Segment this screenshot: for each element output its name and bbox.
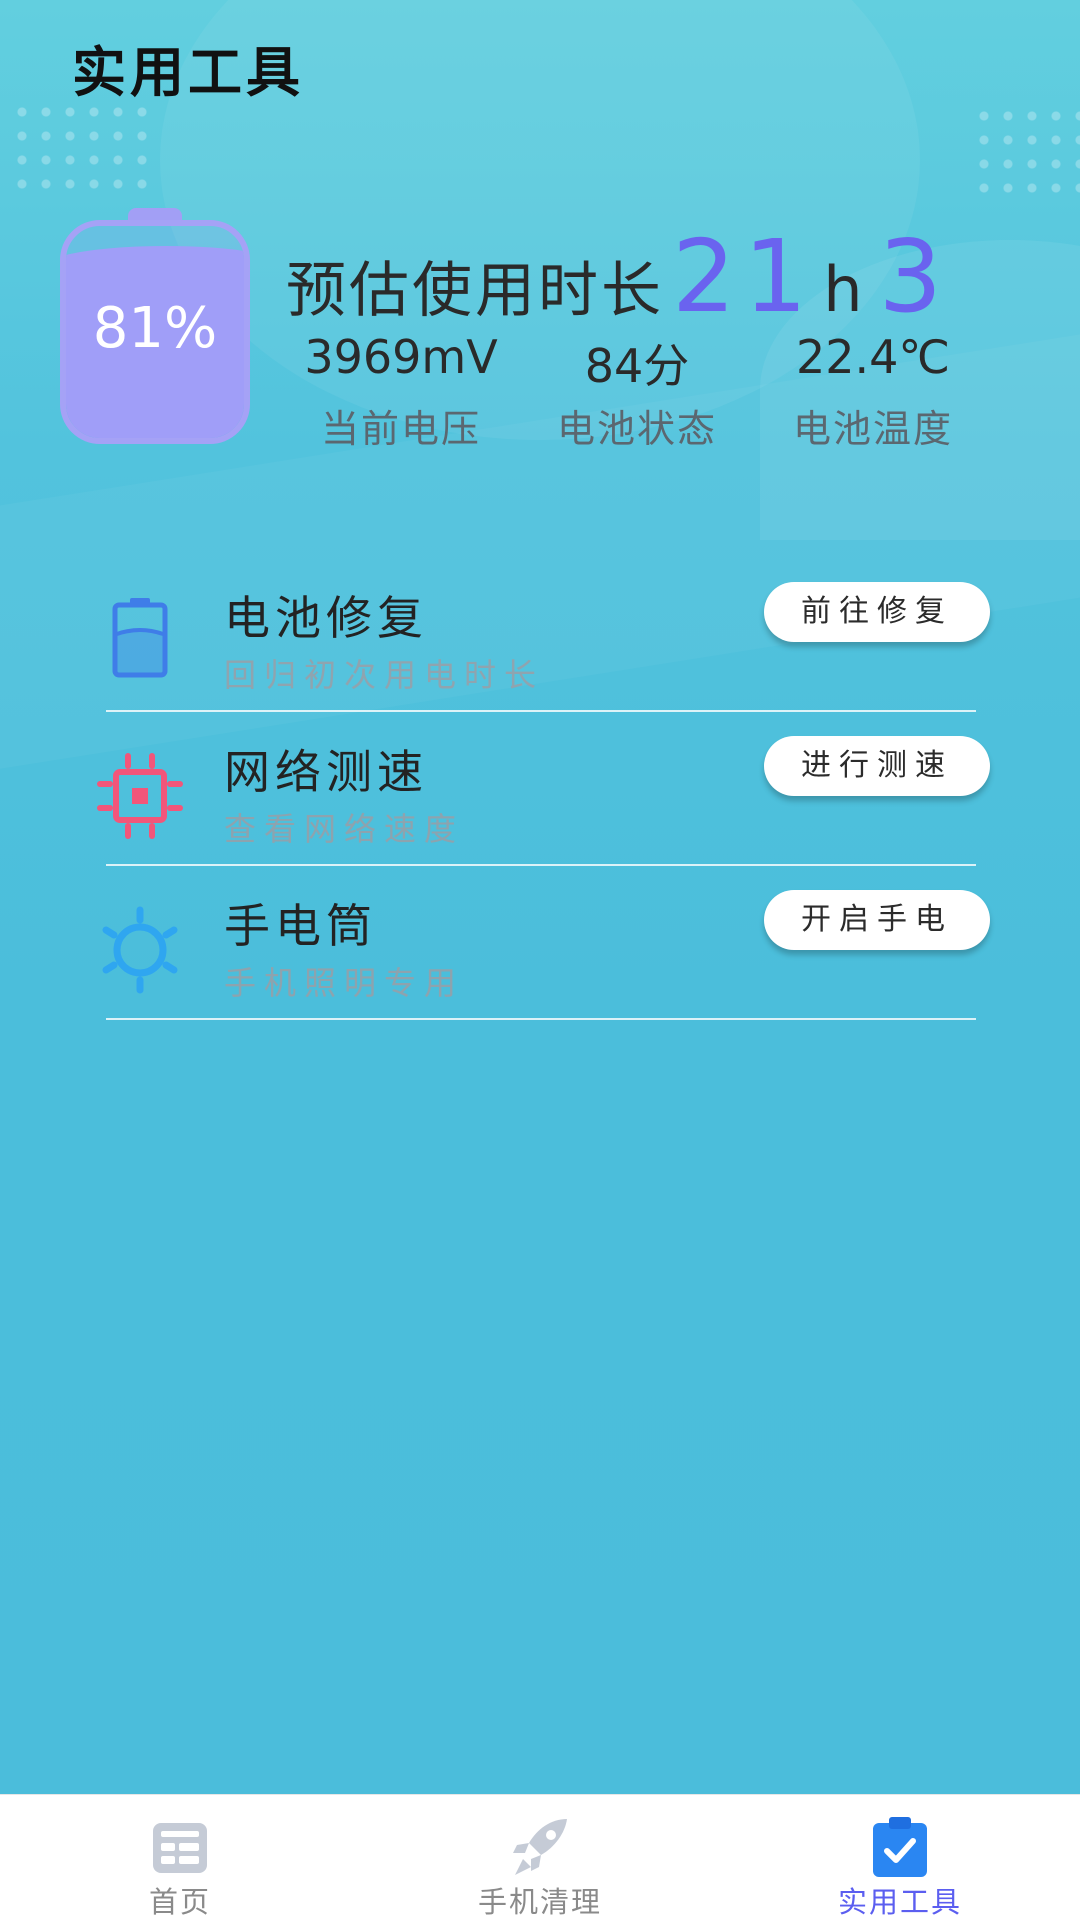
bottom-navigation: 首页 手机清理 实用工具 xyxy=(0,1794,1080,1920)
dot-pattern xyxy=(10,100,160,190)
dashboard-icon xyxy=(153,1823,207,1873)
tool-title: 手电筒 xyxy=(224,899,377,953)
tool-battery-repair: 电池修复 回归初次用电时长 前往修复 xyxy=(106,558,990,712)
nav-label: 首页 xyxy=(148,1885,211,1919)
estimate-hours-unit: h xyxy=(823,253,863,326)
nav-tools[interactable]: 实用工具 xyxy=(790,1795,1010,1920)
dot-pattern xyxy=(972,104,1080,194)
sun-icon xyxy=(102,906,178,994)
tool-subtitle: 回归初次用电时长 xyxy=(224,656,545,694)
tool-subtitle: 手机照明专用 xyxy=(224,964,465,1002)
speed-test-button[interactable]: 进行测速 xyxy=(764,736,990,796)
nav-phone-clean[interactable]: 手机清理 xyxy=(430,1795,650,1920)
stat-value: 3969mV xyxy=(304,330,498,384)
page-title: 实用工具 xyxy=(72,41,304,104)
tool-title: 电池修复 xyxy=(224,591,428,645)
nav-label: 手机清理 xyxy=(477,1885,602,1919)
stat-value: 22.4℃ xyxy=(795,330,951,384)
clipboard-check-icon xyxy=(873,1817,927,1877)
estimate-minutes: 3 xyxy=(878,218,951,335)
battery-gauge: 81% xyxy=(60,208,250,444)
chip-icon xyxy=(97,753,183,839)
battery-percent: 81% xyxy=(92,296,218,361)
tool-subtitle: 查看网络速度 xyxy=(224,810,465,848)
stat-label: 电池温度 xyxy=(792,407,953,451)
estimate-label: 预估使用时长 xyxy=(286,256,664,326)
repair-button[interactable]: 前往修复 xyxy=(764,582,990,642)
rocket-icon xyxy=(513,1819,567,1875)
stat-status: 84分 电池状态 xyxy=(522,330,752,453)
estimated-usage: 预估使用时长 21 h 3 xyxy=(286,218,950,335)
stat-temperature: 22.4℃ 电池温度 xyxy=(758,330,988,453)
tool-title: 网络测速 xyxy=(224,745,428,799)
nav-home[interactable]: 首页 xyxy=(70,1795,290,1920)
stat-label: 当前电压 xyxy=(320,407,481,451)
stat-label: 电池状态 xyxy=(556,407,717,451)
battery-outline-icon xyxy=(112,598,168,678)
estimate-hours: 21 xyxy=(672,218,816,335)
tool-network-speed: 网络测速 查看网络速度 进行测速 xyxy=(97,712,990,866)
nav-label: 实用工具 xyxy=(837,1885,962,1919)
stat-value: 84分 xyxy=(584,339,690,393)
stat-voltage: 3969mV 当前电压 xyxy=(286,330,516,453)
tool-flashlight: 手电筒 手机照明专用 开启手电 xyxy=(102,866,990,1020)
flashlight-button[interactable]: 开启手电 xyxy=(764,890,990,950)
